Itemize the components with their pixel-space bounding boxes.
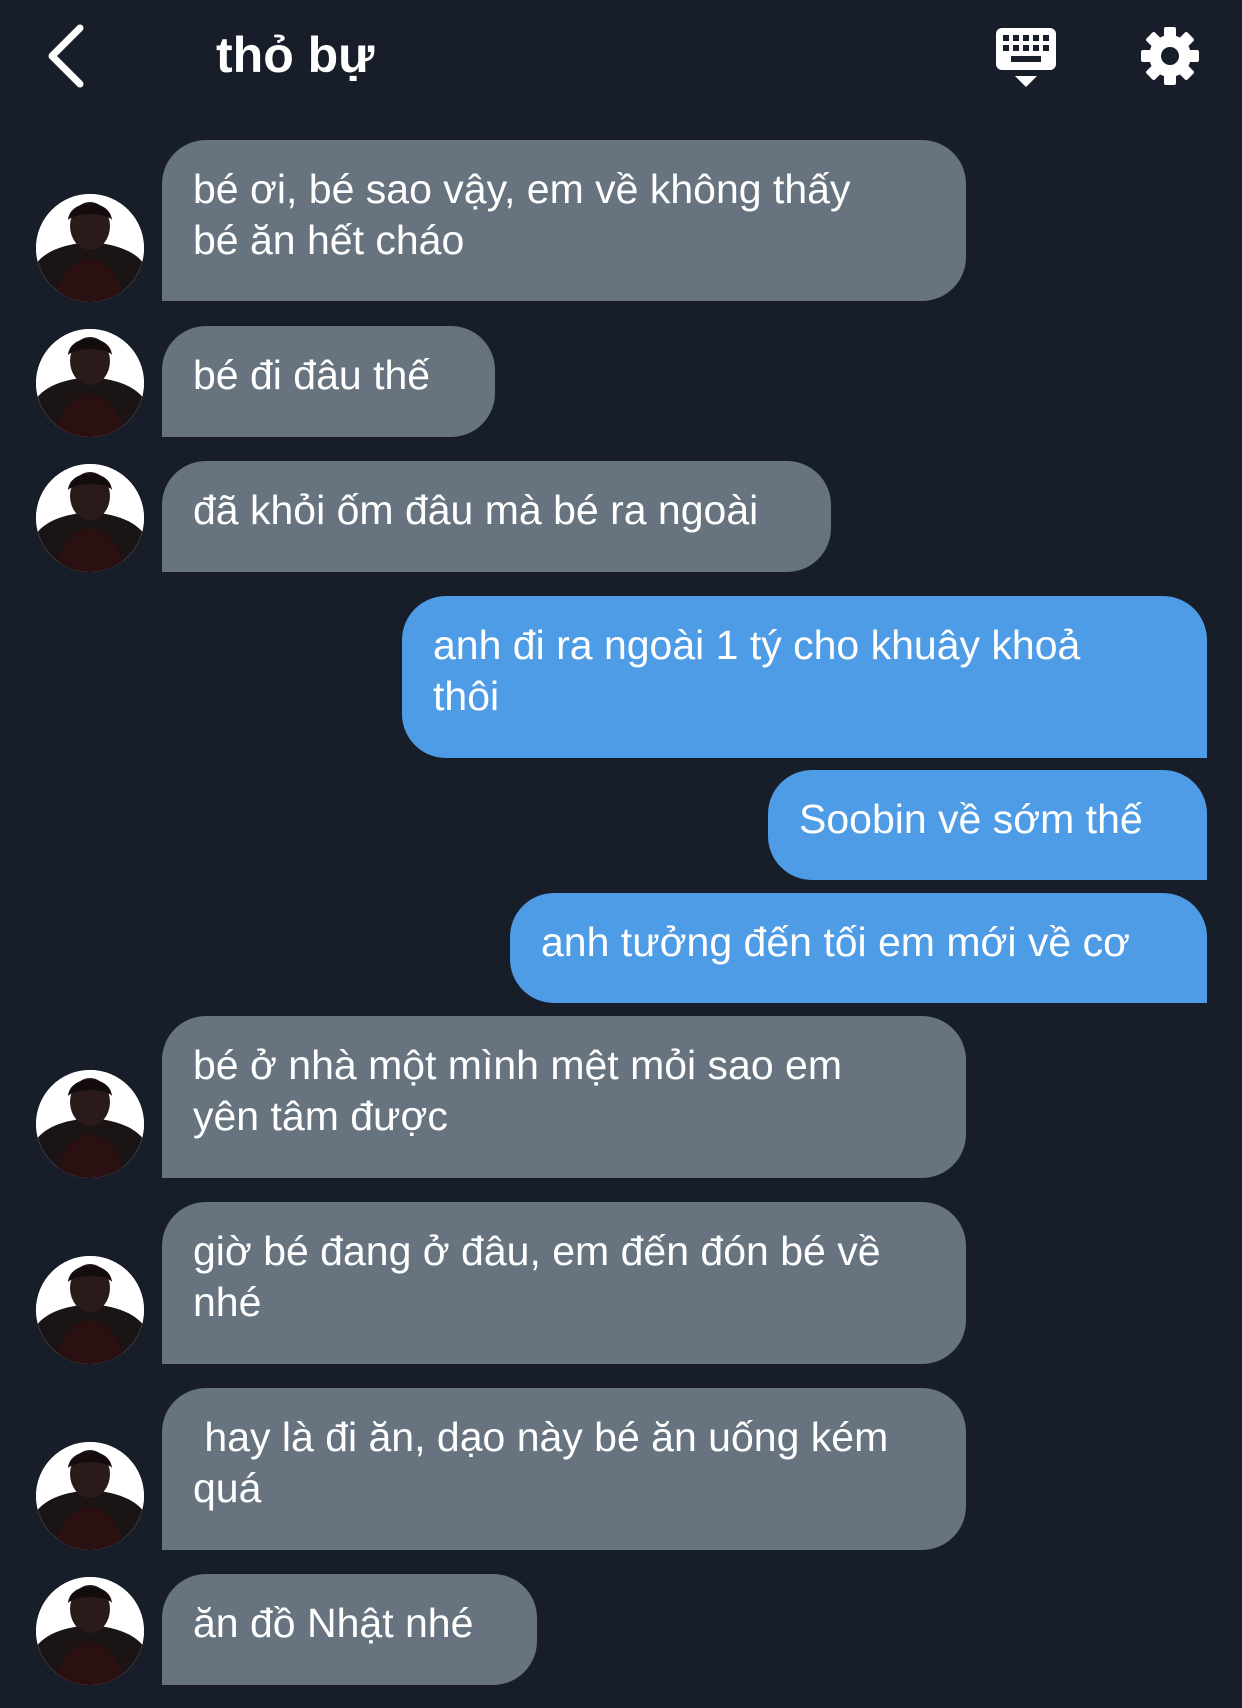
chevron-left-icon <box>48 24 84 88</box>
outgoing-message-bubble: anh đi ra ngoài 1 tý cho khuây khoả thôi <box>402 596 1207 758</box>
profile-photo-icon <box>36 464 144 572</box>
avatar[interactable] <box>36 1256 144 1364</box>
incoming-message-bubble: bé đi đâu thế <box>162 326 495 437</box>
incoming-message-bubble: giờ bé đang ở đâu, em đến đón bé về nhé <box>162 1202 966 1364</box>
avatar[interactable] <box>36 1442 144 1550</box>
profile-photo-icon <box>36 1070 144 1178</box>
avatar[interactable] <box>36 329 144 437</box>
avatar[interactable] <box>36 194 144 302</box>
profile-photo-icon <box>36 194 144 302</box>
incoming-message-bubble: ăn đồ Nhật nhé <box>162 1574 537 1685</box>
avatar[interactable] <box>36 464 144 572</box>
incoming-message-bubble: bé ở nhà một mình mệt mỏi sao em yên tâm… <box>162 1016 966 1178</box>
chat-title: thỏ bự <box>216 27 375 83</box>
avatar[interactable] <box>36 1577 144 1685</box>
keyboard-button[interactable] <box>994 26 1058 90</box>
settings-button[interactable] <box>1140 26 1200 86</box>
profile-photo-icon <box>36 1442 144 1550</box>
avatar[interactable] <box>36 1070 144 1178</box>
back-button[interactable] <box>38 22 94 90</box>
gear-icon <box>1141 27 1199 85</box>
profile-photo-icon <box>36 1256 144 1364</box>
keyboard-icon <box>996 28 1056 87</box>
incoming-message-bubble: đã khỏi ốm đâu mà bé ra ngoài <box>162 461 831 572</box>
incoming-message-bubble: hay là đi ăn, dạo này bé ăn uống kém quá <box>162 1388 966 1550</box>
outgoing-message-bubble: anh tưởng đến tối em mới về cơ <box>510 893 1207 1003</box>
profile-photo-icon <box>36 1577 144 1685</box>
incoming-message-bubble: bé ơi, bé sao vậy, em về không thấy bé ă… <box>162 140 966 301</box>
outgoing-message-bubble: Soobin về sớm thế <box>768 770 1207 880</box>
chat-header: thỏ bự <box>0 0 1242 115</box>
profile-photo-icon <box>36 329 144 437</box>
